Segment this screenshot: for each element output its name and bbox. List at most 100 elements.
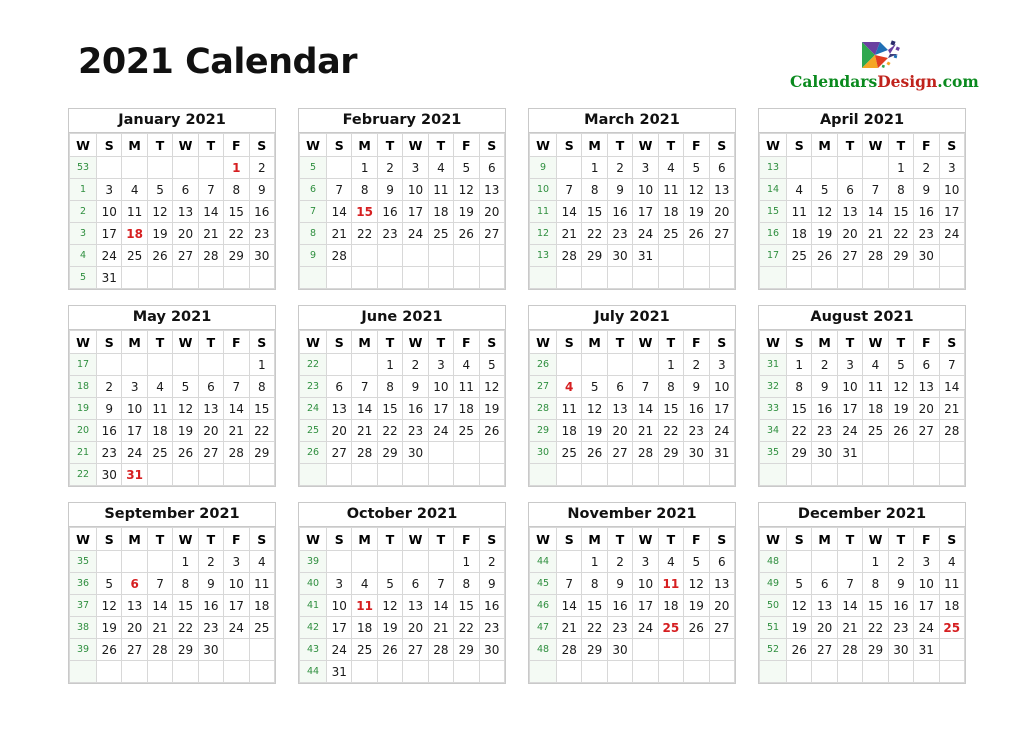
day-cell[interactable]: 18 xyxy=(427,200,455,223)
day-cell[interactable]: 1 xyxy=(248,353,276,376)
day-cell[interactable]: 26 xyxy=(478,419,506,442)
day-cell[interactable]: 30 xyxy=(606,638,634,661)
day-cell[interactable]: 21 xyxy=(146,616,174,639)
holiday-day-cell[interactable]: 18 xyxy=(121,222,148,245)
day-cell[interactable]: 6 xyxy=(606,375,634,398)
day-cell[interactable]: 5 xyxy=(478,353,506,376)
day-cell[interactable]: 17 xyxy=(938,200,966,223)
day-cell[interactable]: 18 xyxy=(938,594,966,617)
day-cell[interactable]: 6 xyxy=(708,550,736,573)
day-cell[interactable]: 28 xyxy=(632,441,659,464)
day-cell[interactable]: 9 xyxy=(913,178,940,201)
day-cell[interactable]: 2 xyxy=(248,156,276,179)
day-cell[interactable]: 5 xyxy=(95,572,123,595)
day-cell[interactable]: 5 xyxy=(785,572,813,595)
month-block[interactable]: October 2021 W S M T W T F S 39 1 2 40 3 4 5 6 7 8 9 41 10 11 1… xyxy=(298,502,506,684)
day-cell[interactable]: 28 xyxy=(427,638,455,661)
day-cell[interactable]: 29 xyxy=(581,638,608,661)
day-cell[interactable]: 28 xyxy=(325,244,353,267)
day-cell[interactable]: 21 xyxy=(938,397,966,420)
day-cell[interactable]: 30 xyxy=(478,638,506,661)
day-cell[interactable]: 5 xyxy=(811,178,838,201)
day-cell[interactable]: 16 xyxy=(887,594,915,617)
day-cell[interactable]: 18 xyxy=(862,397,889,420)
day-cell[interactable]: 2 xyxy=(887,550,915,573)
day-cell[interactable]: 26 xyxy=(581,441,608,464)
day-cell[interactable]: 11 xyxy=(248,572,276,595)
day-cell[interactable]: 10 xyxy=(427,375,455,398)
day-cell[interactable]: 13 xyxy=(708,178,736,201)
day-cell[interactable]: 24 xyxy=(427,419,455,442)
day-cell[interactable]: 8 xyxy=(657,375,685,398)
day-cell[interactable]: 20 xyxy=(708,200,736,223)
day-cell[interactable]: 15 xyxy=(453,594,480,617)
day-cell[interactable]: 7 xyxy=(836,572,864,595)
day-cell[interactable]: 10 xyxy=(913,572,940,595)
day-cell[interactable]: 27 xyxy=(708,222,736,245)
day-cell[interactable]: 22 xyxy=(887,222,915,245)
day-cell[interactable]: 4 xyxy=(862,353,889,376)
day-cell[interactable]: 3 xyxy=(223,550,250,573)
day-cell[interactable]: 14 xyxy=(555,200,583,223)
day-cell[interactable]: 6 xyxy=(478,156,506,179)
day-cell[interactable]: 16 xyxy=(478,594,506,617)
day-cell[interactable]: 25 xyxy=(121,244,148,267)
day-cell[interactable]: 7 xyxy=(862,178,889,201)
day-cell[interactable]: 2 xyxy=(376,156,404,179)
day-cell[interactable]: 5 xyxy=(376,572,404,595)
day-cell[interactable]: 27 xyxy=(402,638,429,661)
day-cell[interactable]: 1 xyxy=(862,550,889,573)
day-cell[interactable]: 12 xyxy=(478,375,506,398)
day-cell[interactable]: 28 xyxy=(555,638,583,661)
day-cell[interactable]: 6 xyxy=(325,375,353,398)
day-cell[interactable]: 21 xyxy=(223,419,250,442)
day-cell[interactable]: 20 xyxy=(708,594,736,617)
day-cell[interactable]: 26 xyxy=(683,616,710,639)
day-cell[interactable]: 4 xyxy=(146,375,174,398)
day-cell[interactable]: 4 xyxy=(785,178,813,201)
day-cell[interactable]: 11 xyxy=(146,397,174,420)
day-cell[interactable]: 13 xyxy=(172,200,199,223)
day-cell[interactable]: 29 xyxy=(248,441,276,464)
day-cell[interactable]: 7 xyxy=(351,375,378,398)
day-cell[interactable]: 20 xyxy=(121,616,148,639)
day-cell[interactable]: 25 xyxy=(555,441,583,464)
month-block[interactable]: July 2021 W S M T W T F S 26 1 2 3 27 4 5 6 7 8 9 10 28 11 12 13… xyxy=(528,305,736,487)
day-cell[interactable]: 16 xyxy=(402,397,429,420)
day-cell[interactable]: 25 xyxy=(427,222,455,245)
day-cell[interactable]: 1 xyxy=(351,156,378,179)
day-cell[interactable]: 7 xyxy=(197,178,225,201)
day-cell[interactable]: 14 xyxy=(197,200,225,223)
day-cell[interactable]: 18 xyxy=(785,222,813,245)
day-cell[interactable]: 16 xyxy=(683,397,710,420)
day-cell[interactable]: 14 xyxy=(555,594,583,617)
day-cell[interactable]: 21 xyxy=(632,419,659,442)
day-cell[interactable]: 14 xyxy=(938,375,966,398)
day-cell[interactable]: 16 xyxy=(197,594,225,617)
day-cell[interactable]: 5 xyxy=(453,156,480,179)
brand-logo[interactable]: CalendarsDesign.com xyxy=(790,38,979,100)
day-cell[interactable]: 9 xyxy=(606,178,634,201)
day-cell[interactable]: 26 xyxy=(811,244,838,267)
day-cell[interactable]: 11 xyxy=(427,178,455,201)
day-cell[interactable]: 17 xyxy=(325,616,353,639)
day-cell[interactable]: 14 xyxy=(223,397,250,420)
day-cell[interactable]: 9 xyxy=(683,375,710,398)
day-cell[interactable]: 16 xyxy=(376,200,404,223)
day-cell[interactable]: 28 xyxy=(146,638,174,661)
day-cell[interactable]: 7 xyxy=(325,178,353,201)
day-cell[interactable]: 5 xyxy=(146,178,174,201)
day-cell[interactable]: 13 xyxy=(197,397,225,420)
day-cell[interactable]: 22 xyxy=(581,222,608,245)
day-cell[interactable]: 8 xyxy=(172,572,199,595)
holiday-day-cell[interactable]: 1 xyxy=(223,156,250,179)
day-cell[interactable]: 14 xyxy=(351,397,378,420)
day-cell[interactable]: 23 xyxy=(248,222,276,245)
holiday-day-cell[interactable]: 25 xyxy=(938,616,966,639)
day-cell[interactable]: 17 xyxy=(836,397,864,420)
day-cell[interactable]: 13 xyxy=(811,594,838,617)
day-cell[interactable]: 21 xyxy=(862,222,889,245)
day-cell[interactable]: 20 xyxy=(811,616,838,639)
day-cell[interactable]: 24 xyxy=(708,419,736,442)
day-cell[interactable]: 17 xyxy=(223,594,250,617)
